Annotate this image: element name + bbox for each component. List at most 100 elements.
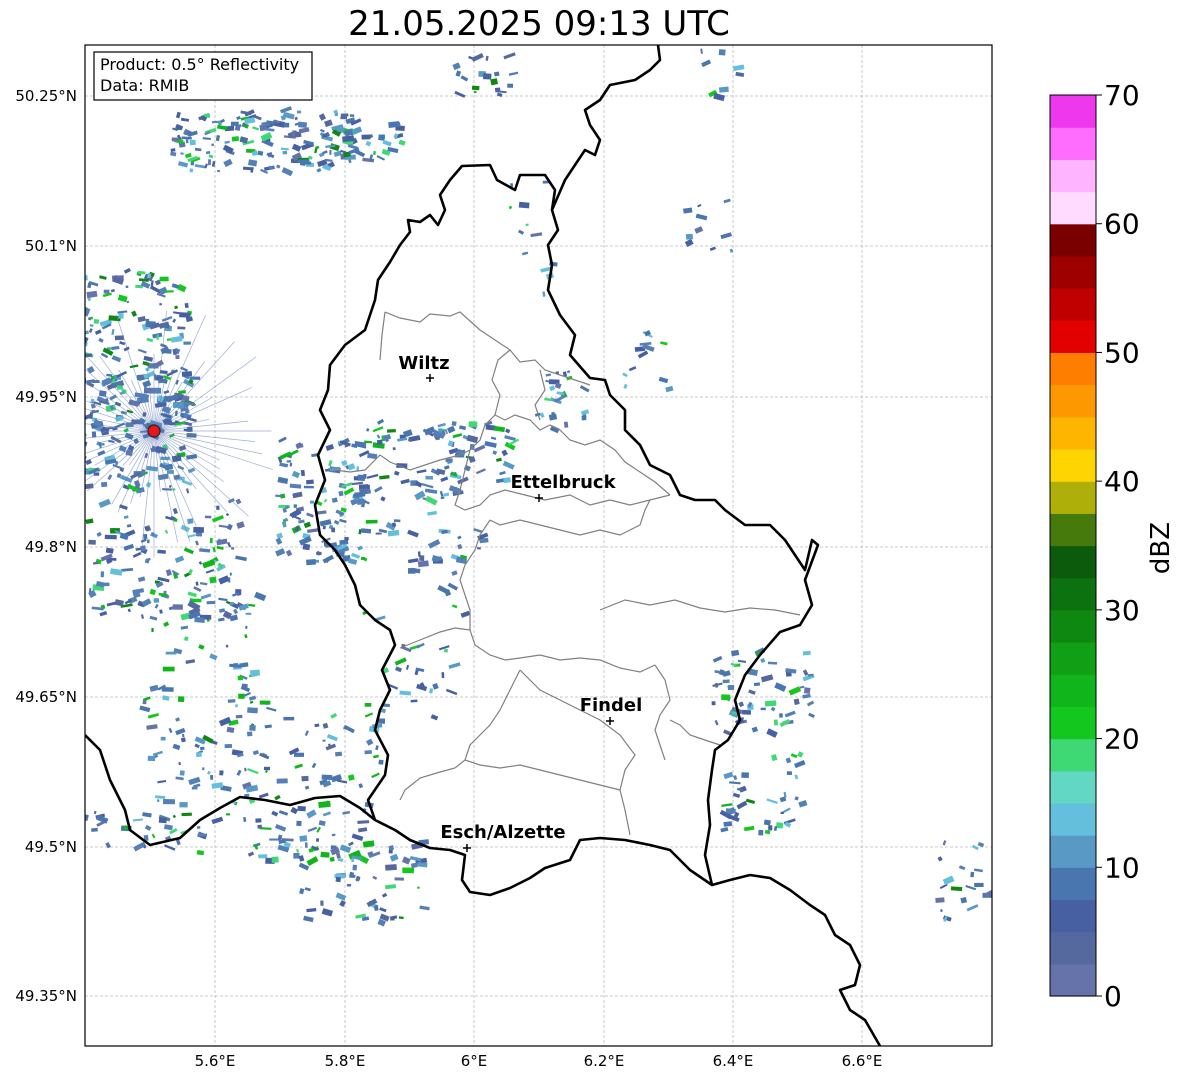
echo-pixel [53, 328, 58, 334]
echo-pixel [52, 293, 57, 299]
echo-pixel [361, 556, 366, 560]
echo-pixel [210, 774, 214, 780]
echo-pixel [183, 341, 191, 345]
colorbar-swatch [1050, 481, 1096, 514]
echo-pixel [438, 428, 442, 433]
echo-pixel [196, 850, 205, 856]
echo-pixel [125, 285, 129, 288]
info-product: Product: 0.5° Reflectivity [100, 55, 299, 74]
echo-pixel [50, 353, 57, 358]
echo-pixel [320, 851, 330, 858]
colorbar-swatch [1050, 545, 1096, 579]
echo-pixel [722, 679, 730, 684]
echo-pixel [62, 350, 67, 354]
echo-pixel [67, 271, 72, 276]
longitude-axis: 5.6°E 5.8°E 6°E 6.2°E 6.4°E 6.6°E [195, 1052, 883, 1070]
colorbar-tick-label: 0 [1104, 980, 1122, 1013]
echo-pixel [518, 201, 530, 209]
colorbar-swatch [1050, 416, 1096, 450]
echo-pixel [950, 886, 963, 892]
echo-pixel [50, 282, 54, 287]
echo-pixel [196, 826, 201, 829]
echo-pixel [723, 821, 733, 827]
echo-pixel [718, 86, 729, 93]
echo-pixel [53, 426, 66, 435]
echo-pixel [60, 294, 66, 300]
echo-pixel [184, 302, 189, 309]
echo-pixel [143, 533, 148, 540]
echo-pixel [773, 719, 778, 726]
echo-pixel [725, 808, 736, 814]
echo-pixel [75, 484, 79, 488]
echo-pixel [410, 699, 418, 703]
echo-pixel [105, 398, 108, 402]
echo-pixel [66, 377, 76, 383]
colorbar-swatch [1050, 288, 1096, 321]
echo-pixel [276, 778, 288, 784]
echo-pixel [768, 825, 773, 831]
echo-pixel [249, 724, 256, 731]
echo-pixel [935, 897, 945, 903]
echo-pixel [554, 398, 559, 403]
colorbar-swatch [1050, 867, 1096, 901]
echo-pixel [65, 298, 77, 306]
echo-pixel [175, 355, 180, 360]
echo-pixel [786, 771, 792, 775]
echo-pixel [451, 421, 457, 427]
echo-pixel [259, 700, 271, 705]
echo-pixel [158, 817, 167, 824]
echo-pixel [764, 700, 777, 707]
echo-pixel [159, 276, 169, 282]
echo-pixel [209, 537, 213, 544]
colorbar-swatch [1050, 255, 1096, 289]
echo-pixel [231, 546, 235, 550]
echo-pixel [162, 488, 172, 491]
echo-pixel [296, 820, 302, 827]
echo-pixel [197, 833, 207, 837]
echo-pixel [114, 335, 125, 341]
echo-pixel [51, 443, 55, 448]
echo-pixel [305, 558, 317, 566]
echo-pixel [393, 519, 401, 523]
echo-pixel [302, 543, 311, 551]
echo-pixel [169, 485, 172, 488]
echo-pixel [60, 320, 64, 326]
echo-pixel [177, 696, 185, 703]
echo-pixel [104, 534, 117, 540]
echo-pixel [75, 289, 83, 294]
echo-pixel [741, 772, 749, 778]
colorbar-swatch [1050, 899, 1096, 933]
colorbar-swatch [1050, 706, 1096, 740]
echo-pixel [71, 455, 75, 458]
info-box: Product: 0.5° Reflectivity Data: RMIB [93, 51, 313, 101]
echo-pixel [109, 346, 112, 350]
echo-pixel [73, 303, 81, 309]
colorbar-swatch [1050, 159, 1096, 193]
echo-pixel [160, 456, 170, 461]
echo-pixel [375, 532, 382, 535]
echo-pixel [230, 121, 239, 126]
colorbar-swatch [1050, 609, 1096, 643]
echo-pixel [322, 135, 328, 138]
colorbar-tick-label: 40 [1104, 465, 1140, 498]
echo-pixel [711, 701, 716, 706]
echo-pixel [299, 835, 308, 842]
echo-pixel [331, 527, 335, 533]
colorbar-swatch [1050, 642, 1096, 675]
echo-pixel [50, 364, 53, 368]
echo-pixel [76, 288, 82, 295]
echo-pixel [146, 539, 150, 544]
echo-pixel [293, 853, 300, 859]
echo-pixel [75, 315, 83, 321]
colorbar-swatch [1050, 513, 1096, 547]
echo-pixel [147, 755, 156, 762]
colorbar-swatch [1050, 448, 1096, 482]
echo-pixel [325, 468, 330, 472]
colorbar-label: dBZ [1146, 522, 1176, 574]
echo-pixel [118, 313, 124, 319]
echo-pixel [189, 139, 196, 146]
echo-pixel [160, 736, 166, 741]
echo-pixel [581, 415, 587, 421]
echo-pixel [157, 799, 160, 802]
echo-pixel [88, 539, 96, 545]
